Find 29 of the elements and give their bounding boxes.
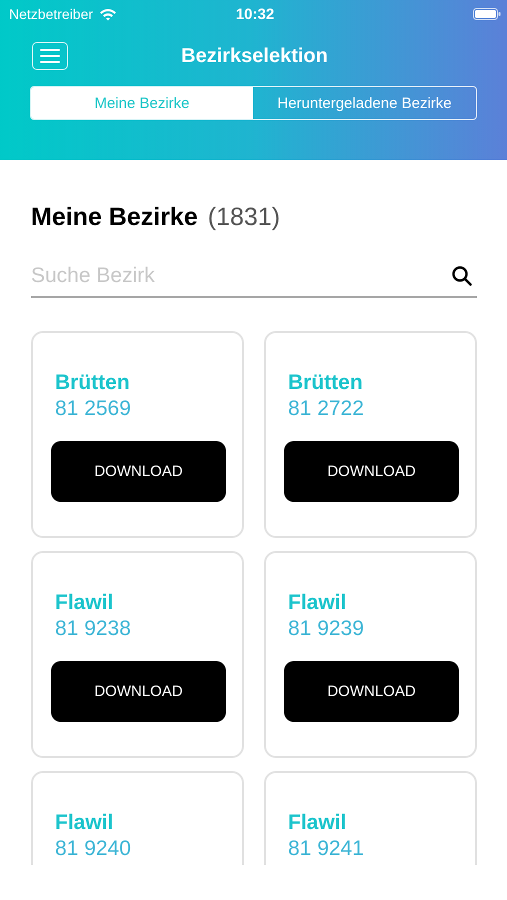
district-code: 81 9240 xyxy=(55,837,132,861)
battery-icon xyxy=(473,8,501,20)
download-button[interactable]: DOWNLOAD xyxy=(284,441,459,502)
district-card[interactable]: Flawil 81 9238 DOWNLOAD xyxy=(31,551,244,758)
district-name: Flawil xyxy=(55,591,114,615)
wifi-icon xyxy=(99,8,118,20)
screen-title: Bezirkselektion xyxy=(181,44,328,68)
download-button[interactable]: DOWNLOAD xyxy=(284,661,459,722)
district-name: Brütten xyxy=(55,371,131,395)
download-button[interactable]: DOWNLOAD xyxy=(51,441,226,502)
district-code: 81 9239 xyxy=(288,617,365,641)
district-card[interactable]: Flawil 81 9239 DOWNLOAD xyxy=(264,551,477,758)
district-name: Flawil xyxy=(55,811,114,835)
menu-icon xyxy=(40,49,60,63)
district-code: 81 2569 xyxy=(55,397,132,421)
district-name: Flawil xyxy=(288,811,348,835)
district-name: Flawil xyxy=(288,591,348,615)
search-icon[interactable] xyxy=(451,265,473,287)
district-code: 81 9238 xyxy=(55,617,132,641)
district-name: Brütten xyxy=(288,371,364,395)
district-count: (1831) xyxy=(208,203,280,232)
download-button[interactable]: DOWNLOAD xyxy=(51,661,226,722)
district-card[interactable]: Brütten 81 2569 DOWNLOAD xyxy=(31,331,244,538)
status-time: 10:32 xyxy=(236,6,274,22)
district-code: 81 2722 xyxy=(288,397,365,421)
carrier-name: Netzbetreiber xyxy=(9,6,94,22)
district-code: 81 9241 xyxy=(288,837,365,861)
district-card[interactable]: Brütten 81 2722 DOWNLOAD xyxy=(264,331,477,538)
section-title: Meine Bezirke xyxy=(31,203,198,232)
